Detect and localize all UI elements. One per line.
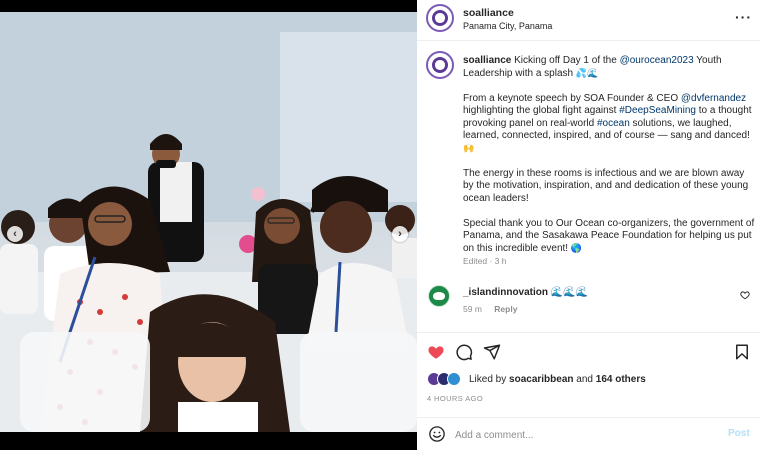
reply-button[interactable]: Reply: [494, 304, 517, 314]
liked-heart-icon[interactable]: [427, 343, 445, 361]
post-timestamp: 4 HOURS AGO: [427, 394, 484, 403]
liker-username[interactable]: soacaribbean: [509, 374, 573, 385]
comment-like-heart-icon[interactable]: [740, 290, 750, 300]
next-slide-button[interactable]: ›: [392, 226, 408, 242]
caption-meta: Edited · 3 h: [463, 256, 507, 266]
caption-text: From a keynote speech by SOA Founder & C…: [463, 92, 681, 104]
post-actions: Liked by soacaribbean and 164 others 4 H…: [417, 332, 760, 450]
hashtag-link[interactable]: #DeepSeaMining: [619, 105, 696, 116]
comment-input[interactable]: [455, 427, 715, 443]
likes-count-link[interactable]: 164 others: [596, 374, 646, 385]
previous-slide-button[interactable]: ‹: [7, 226, 23, 242]
post-location[interactable]: Panama City, Panama: [463, 21, 552, 31]
caption-text: Kicking off Day 1 of the: [511, 55, 620, 66]
event-photo-illustration: [0, 12, 417, 432]
post-caption: soalliance Kicking off Day 1 of the @our…: [463, 55, 755, 268]
carousel-dot: [218, 428, 222, 432]
carousel-dot: [225, 428, 229, 432]
author-username[interactable]: soalliance: [463, 7, 514, 19]
carousel-dot: [232, 428, 236, 432]
mention-link[interactable]: @ourocean2023: [620, 55, 694, 66]
commenter-avatar[interactable]: [428, 285, 450, 307]
likes-middle: and: [573, 373, 596, 385]
commenter-username[interactable]: _islandinnovation: [463, 287, 548, 298]
likes-summary: Liked by soacaribbean and 164 others: [427, 371, 646, 387]
comment-text: 🌊🌊🌊: [548, 287, 589, 298]
post-header: soalliance Panama City, Panama ···: [417, 0, 760, 41]
globe-emoji: 🌎: [570, 243, 583, 254]
comment-item: _islandinnovation 🌊🌊🌊 59 m Reply: [417, 282, 760, 322]
liker-avatar[interactable]: [447, 372, 461, 386]
caption-text: highlighting the global fight against: [463, 105, 620, 116]
caption-username[interactable]: soalliance: [463, 55, 511, 66]
share-send-icon[interactable]: [483, 343, 501, 361]
raised-hands-emoji: 🙌: [463, 143, 475, 154]
instagram-post: ‹ › soalliance Panama City, Panama ··· s…: [0, 0, 760, 450]
comment-time: 59 m: [463, 304, 482, 314]
add-comment-bar: Post: [417, 417, 760, 450]
carousel-dot: [190, 428, 194, 432]
carousel-dot: [197, 428, 201, 432]
comment-bubble-icon[interactable]: [455, 343, 473, 361]
post-photo[interactable]: ‹ ›: [0, 12, 417, 432]
caption-author-avatar[interactable]: [426, 51, 454, 79]
mention-link[interactable]: @dvfernandez: [681, 93, 746, 104]
emoji-smiley-icon[interactable]: [428, 425, 446, 443]
post-media: ‹ ›: [0, 0, 417, 450]
likes-prefix: Liked by: [469, 373, 510, 385]
caption-text: The energy in these rooms is infectious …: [463, 167, 749, 204]
more-horizontal-icon[interactable]: ···: [735, 9, 752, 25]
hashtag-link[interactable]: #ocean: [597, 118, 630, 129]
bookmark-icon[interactable]: [733, 343, 751, 361]
author-avatar[interactable]: [426, 4, 454, 32]
post-comment-button[interactable]: Post: [728, 428, 750, 439]
carousel-dot: [183, 428, 187, 432]
carousel-indicator: [183, 428, 236, 432]
splash-emoji: 💦🌊: [575, 68, 599, 79]
carousel-dot: [204, 428, 208, 432]
caption-text: Special thank you to Our Ocean co-organi…: [463, 217, 755, 254]
carousel-dot: [211, 428, 215, 432]
post-sidebar: soalliance Panama City, Panama ··· soall…: [417, 0, 760, 450]
